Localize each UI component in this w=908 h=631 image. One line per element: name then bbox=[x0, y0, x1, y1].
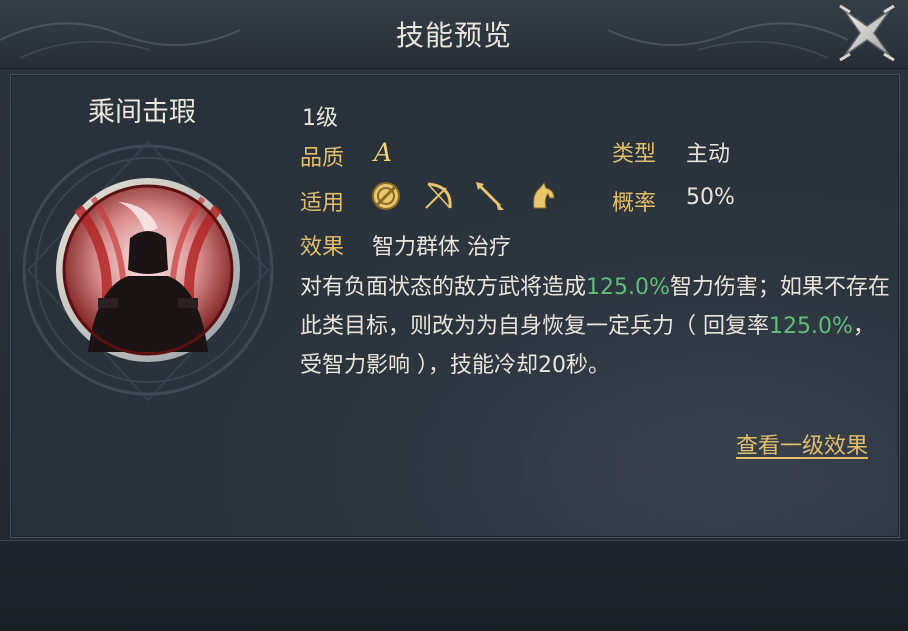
skill-emblem bbox=[22, 140, 274, 402]
spear-icon bbox=[476, 182, 504, 210]
quality-label: 品质 bbox=[300, 146, 345, 171]
effect-label: 效果 bbox=[300, 235, 345, 260]
type-label: 类型 bbox=[612, 142, 657, 167]
skill-level: 1级 bbox=[302, 106, 338, 131]
skill-preview-dialog: 技能预览 乘间击瑕 1级 品质 A 类型 主动 适用 概率 50% 效果 智力群… bbox=[0, 0, 908, 631]
description-text-1: 对有负面状态的敌方武将造成 bbox=[300, 275, 587, 300]
dialog-title: 技能预览 bbox=[395, 19, 512, 52]
rate-value: 50% bbox=[686, 185, 735, 210]
skill-description: 对有负面状态的敌方武将造成125.0%智力伤害；如果不存在此类目标，则改为为自身… bbox=[300, 268, 890, 385]
quality-value: A bbox=[374, 138, 393, 167]
type-value: 主动 bbox=[686, 142, 731, 167]
skill-name: 乘间击瑕 bbox=[88, 97, 196, 128]
effect-value: 智力群体 治疗 bbox=[372, 235, 511, 260]
dialog-header: 技能预览 bbox=[0, 0, 908, 69]
shield-icon bbox=[372, 182, 400, 210]
close-icon[interactable] bbox=[836, 2, 898, 64]
applicable-label: 适用 bbox=[300, 191, 345, 216]
bow-icon bbox=[425, 182, 452, 209]
damage-rate-value: 125.0% bbox=[586, 275, 670, 300]
rate-label: 概率 bbox=[612, 191, 657, 216]
heal-rate-value: 125.0% bbox=[769, 314, 853, 339]
horse-icon bbox=[533, 182, 555, 209]
view-level-one-effect-link[interactable]: 查看一级效果 bbox=[736, 428, 868, 460]
bottom-bar bbox=[0, 540, 908, 631]
